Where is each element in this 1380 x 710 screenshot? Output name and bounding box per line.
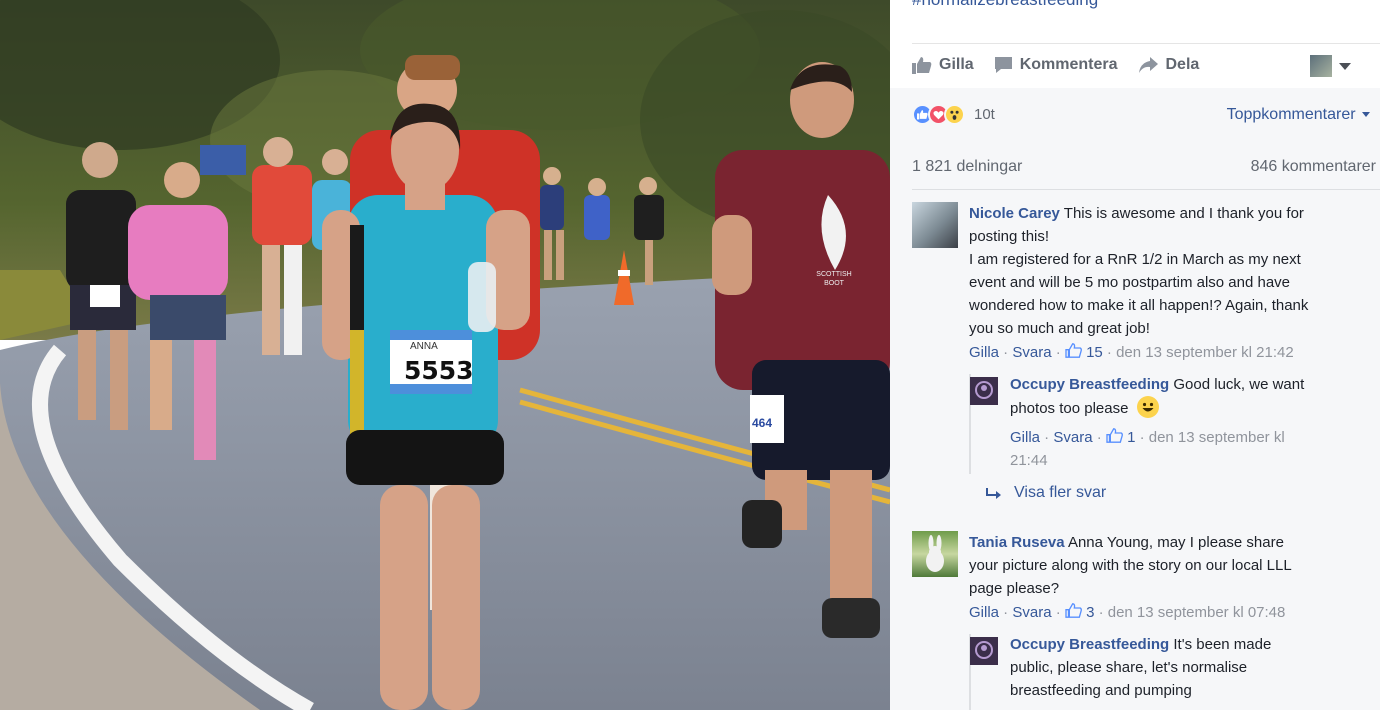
marathon-runners-image: [0, 0, 890, 710]
divider: [912, 43, 1380, 44]
reply-arrow-icon: [986, 488, 1001, 499]
reactions-summary[interactable]: 10t: [912, 104, 995, 125]
comment-like-count[interactable]: 15: [1086, 344, 1103, 361]
like-button[interactable]: Gilla: [912, 56, 974, 74]
post-photo[interactable]: ANNA 5553 464 SCOTTISH BOOT: [0, 0, 890, 710]
post-actions: Gilla Kommentera Dela: [912, 52, 1372, 78]
reply-text: It's been made: [1173, 636, 1272, 653]
share-button[interactable]: Dela: [1138, 56, 1200, 74]
comment-reply-link[interactable]: Svara: [1012, 344, 1051, 361]
smile-emoji-icon: [1136, 396, 1159, 418]
share-arrow-icon: [1138, 57, 1158, 73]
comment-text: This is awesome and I thank you for: [1063, 205, 1304, 222]
share-label: Dela: [1165, 56, 1200, 73]
wow-reaction-icon: [944, 104, 965, 125]
sort-label: Toppkommentarer: [1226, 106, 1356, 123]
reply-text: breastfeeding and pumping: [1010, 682, 1192, 699]
commenter-avatar[interactable]: [912, 531, 958, 577]
comment-meta: Gilla · Svara · 15 · den 13 september kl…: [969, 341, 1308, 364]
occupy-breastfeeding-logo: [975, 641, 993, 659]
commenter-name[interactable]: Tania Ruseva: [969, 534, 1065, 551]
comment: Tania Ruseva Anna Young, may I please sh…: [912, 531, 1378, 624]
reply-reply-link[interactable]: Svara: [1053, 429, 1092, 446]
caret-down-icon: [1362, 111, 1370, 117]
comment-text: I am registered for a RnR 1/2 in March a…: [969, 251, 1301, 268]
reply-timestamp-cont[interactable]: 21:44: [1010, 452, 1048, 469]
post-stats: 1 821 delningar 846 kommentarer: [912, 158, 1376, 176]
comment-text: Anna Young, may I please share: [1067, 534, 1284, 551]
bunny-avatar-image: [926, 535, 944, 572]
reply-text: public, please share, let's normalise: [1010, 659, 1248, 676]
thumbs-up-outline-icon: [1106, 428, 1123, 443]
runner-bib-number: 464: [752, 416, 773, 430]
comment-timestamp[interactable]: · den 13 september kl 21:42: [1103, 344, 1294, 361]
separator: ·: [1040, 429, 1054, 446]
caret-down-icon: [1339, 63, 1351, 70]
reply-body: Occupy Breastfeeding Good luck, we want …: [1010, 373, 1304, 420]
occupy-breastfeeding-logo: [975, 381, 993, 399]
commenter-avatar[interactable]: [912, 202, 958, 248]
post-as-selector[interactable]: [1310, 55, 1352, 77]
page-avatar: [1310, 55, 1332, 77]
reaction-count: 10t: [974, 106, 995, 123]
reply-like-link[interactable]: Gilla: [1010, 429, 1040, 446]
comment-reply-link[interactable]: Svara: [1012, 604, 1051, 621]
view-more-replies-link[interactable]: Visa fler svar: [986, 484, 1106, 502]
comment-text: wondered how to make it all happen!? Aga…: [969, 297, 1309, 314]
separator: ·: [1051, 604, 1065, 621]
thumbs-up-icon: [912, 57, 932, 74]
comment-text: your picture along with the story on our…: [969, 557, 1292, 574]
separator: ·: [999, 344, 1013, 361]
comment-panel: #normalizebreastfeeding Gilla Kommentera…: [890, 0, 1380, 710]
comment-body: Nicole Carey This is awesome and I thank…: [969, 202, 1308, 340]
reply-timestamp[interactable]: · den 13 september kl: [1135, 429, 1285, 446]
comment-label: Kommentera: [1019, 56, 1118, 73]
comment: Nicole Carey This is awesome and I thank…: [912, 202, 1378, 364]
comment-text: event and will be 5 mo postpartim also a…: [969, 274, 1291, 291]
speech-bubble-icon: [994, 57, 1012, 73]
share-count[interactable]: 1 821 delningar: [912, 158, 1022, 176]
view-more-replies-label: Visa fler svar: [1014, 484, 1107, 501]
divider: [912, 189, 1380, 190]
comment-meta: Gilla · Svara · 3 · den 13 september kl …: [969, 601, 1292, 624]
comment-text: posting this!: [969, 228, 1050, 245]
reply-text: Good luck, we want: [1173, 376, 1305, 393]
bib-number: 5553: [404, 356, 474, 385]
comment-text: you so much and great job!: [969, 320, 1150, 337]
comment-body: Tania Ruseva Anna Young, may I please sh…: [969, 531, 1292, 600]
reply-avatar[interactable]: [970, 377, 998, 405]
comment-text: page please?: [969, 580, 1060, 597]
reply-author-name[interactable]: Occupy Breastfeeding: [1010, 636, 1169, 653]
separator: ·: [1051, 344, 1065, 361]
comment-like-link[interactable]: Gilla: [969, 604, 999, 621]
reply-avatar[interactable]: [970, 637, 998, 665]
reply: Occupy Breastfeeding It's been made publ…: [970, 633, 1375, 702]
reply: Occupy Breastfeeding Good luck, we want …: [970, 373, 1375, 472]
bib-name: ANNA: [410, 341, 438, 352]
hashtag-link[interactable]: #normalizebreastfeeding: [912, 0, 1098, 10]
thumbs-up-outline-icon: [1065, 603, 1082, 618]
reply-body: Occupy Breastfeeding It's been made publ…: [1010, 633, 1271, 702]
reply-author-name[interactable]: Occupy Breastfeeding: [1010, 376, 1169, 393]
comment-sort-dropdown[interactable]: Toppkommentarer: [1227, 106, 1370, 124]
commenter-name[interactable]: Nicole Carey: [969, 205, 1060, 222]
separator: ·: [999, 604, 1013, 621]
shirt-text: SCOTTISH BOOT: [816, 271, 852, 287]
comment-button[interactable]: Kommentera: [994, 56, 1118, 74]
comment-timestamp[interactable]: · den 13 september kl 07:48: [1094, 604, 1286, 621]
separator: ·: [1092, 429, 1106, 446]
thumbs-up-outline-icon: [1065, 343, 1082, 358]
comment-like-link[interactable]: Gilla: [969, 344, 999, 361]
reply-text: photos too please: [1010, 400, 1129, 417]
reply-meta: Gilla · Svara · 1 · den 13 september kl …: [1010, 426, 1304, 472]
like-label: Gilla: [939, 56, 974, 73]
comment-count[interactable]: 846 kommentarer: [1251, 158, 1376, 176]
